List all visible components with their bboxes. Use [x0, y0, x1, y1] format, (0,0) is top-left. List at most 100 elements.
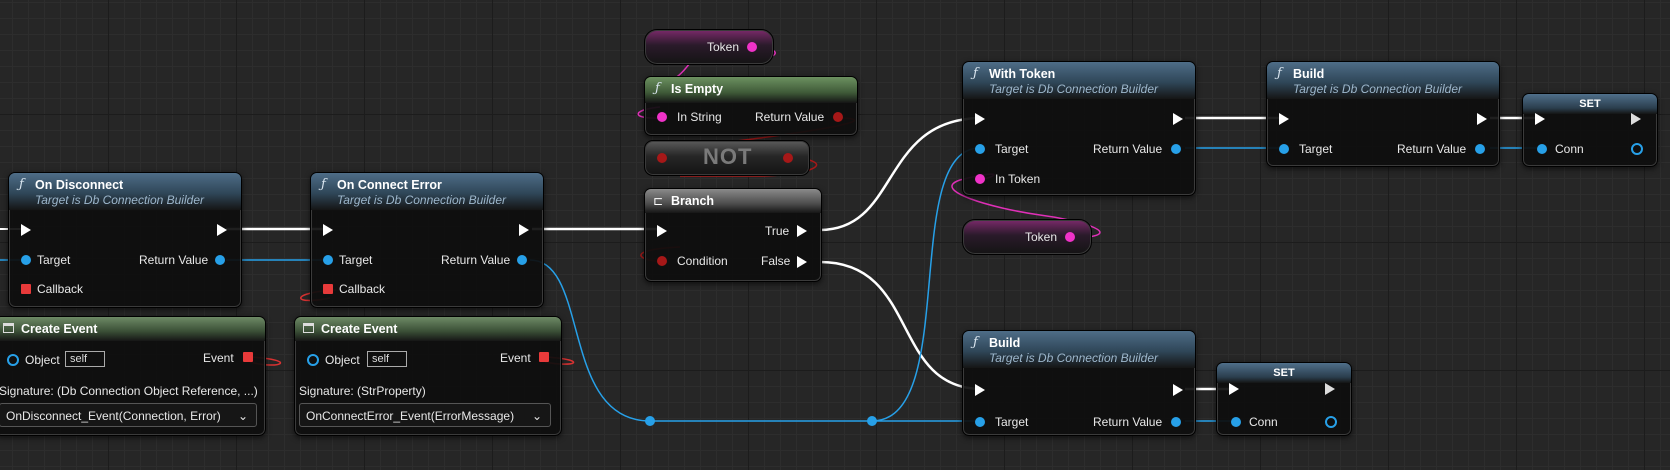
exec-out-pin[interactable]	[1631, 113, 1641, 125]
in-string-pin[interactable]	[657, 112, 667, 122]
exec-in-pin[interactable]	[1229, 383, 1239, 395]
conn-pin[interactable]	[1537, 144, 1547, 154]
on-connect-error-node[interactable]: ƒ On Connect Error Target is Db Connecti…	[310, 172, 544, 308]
exec-out-pin[interactable]	[217, 224, 227, 236]
object-self-input[interactable]: self	[367, 351, 407, 367]
on-disconnect-node[interactable]: ƒ On Disconnect Target is Db Connection …	[8, 172, 242, 308]
node-header: Create Event	[0, 317, 265, 341]
true-label: True	[765, 224, 790, 238]
not-node[interactable]: NOT	[644, 140, 810, 176]
node-header: ƒ On Connect Error Target is Db Connecti…	[311, 173, 543, 210]
exec-in-pin[interactable]	[323, 224, 333, 236]
set-conn-node[interactable]: SET Conn	[1216, 362, 1352, 436]
node-header: ƒ Build Target is Db Connection Builder	[963, 331, 1195, 368]
token-out-pin[interactable]	[747, 42, 757, 52]
false-label: False	[761, 254, 791, 268]
node-subtitle: Target is Db Connection Builder	[337, 193, 506, 207]
callback-pin[interactable]	[323, 284, 333, 294]
node-title: Build	[1293, 67, 1325, 81]
exec-out-pin[interactable]	[1173, 113, 1183, 125]
target-label: Target	[339, 253, 373, 267]
create-event-node[interactable]: Create Event Object self Event Signature…	[0, 316, 266, 436]
event-icon	[3, 323, 14, 333]
conn-out-pin[interactable]	[1325, 416, 1337, 428]
token-label: Token	[707, 40, 740, 54]
create-event-node[interactable]: Create Event Object self Event Signature…	[294, 316, 562, 436]
build-node[interactable]: ƒ Build Target is Db Connection Builder …	[1266, 61, 1500, 167]
node-header: ƒ On Disconnect Target is Db Connection …	[9, 173, 241, 210]
false-exec-pin[interactable]	[797, 256, 807, 268]
exec-out-pin[interactable]	[1173, 384, 1183, 396]
return-value-pin[interactable]	[833, 112, 843, 122]
in-string-label: In String	[677, 110, 722, 124]
token-variable-node[interactable]: Token	[644, 29, 774, 65]
exec-in-pin[interactable]	[975, 113, 985, 125]
return-value-label: Return Value	[139, 253, 209, 267]
reroute-knot[interactable]	[867, 416, 877, 426]
target-pin[interactable]	[975, 417, 985, 427]
callback-label: Callback	[339, 282, 386, 296]
node-title: SET	[1273, 367, 1295, 379]
node-title: Build	[989, 336, 1021, 350]
target-pin[interactable]	[1279, 144, 1289, 154]
event-select-dropdown[interactable]: OnConnectError_Event(ErrorMessage) ⌄	[299, 403, 551, 427]
target-label: Target	[37, 253, 71, 267]
condition-pin[interactable]	[657, 256, 667, 266]
exec-out-pin[interactable]	[519, 224, 529, 236]
branch-node[interactable]: ⊏ Branch True Condition False	[644, 188, 822, 282]
object-pin[interactable]	[7, 354, 19, 366]
reroute-knot[interactable]	[645, 416, 655, 426]
true-exec-pin[interactable]	[797, 225, 807, 237]
conn-label: Conn	[1555, 142, 1584, 156]
conn-out-pin[interactable]	[1631, 143, 1643, 155]
event-pin[interactable]	[539, 352, 549, 362]
target-pin[interactable]	[975, 144, 985, 154]
conn-pin[interactable]	[1231, 417, 1241, 427]
event-label: Event	[203, 351, 234, 365]
not-in-pin[interactable]	[657, 153, 667, 163]
event-pin[interactable]	[243, 352, 253, 362]
exec-in-pin[interactable]	[1279, 113, 1289, 125]
return-value-pin[interactable]	[1171, 417, 1181, 427]
function-icon: ƒ	[1277, 66, 1282, 81]
exec-in-pin[interactable]	[657, 225, 667, 237]
return-value-pin[interactable]	[1171, 144, 1181, 154]
object-self-input[interactable]: self	[65, 351, 105, 367]
function-icon: ƒ	[973, 66, 978, 81]
exec-out-pin[interactable]	[1477, 113, 1487, 125]
return-value-label: Return Value	[1093, 415, 1163, 429]
in-token-label: In Token	[995, 172, 1041, 186]
return-value-pin[interactable]	[215, 255, 225, 265]
exec-wire	[819, 260, 983, 391]
node-header: ƒ Build Target is Db Connection Builder	[1267, 62, 1499, 99]
exec-out-pin[interactable]	[1325, 383, 1335, 395]
token-variable-node[interactable]: Token	[962, 219, 1092, 255]
object-pin[interactable]	[307, 354, 319, 366]
is-empty-node[interactable]: ƒ Is Empty In String Return Value	[644, 76, 858, 136]
target-label: Target	[995, 142, 1029, 156]
token-out-pin[interactable]	[1065, 232, 1075, 242]
node-title: On Disconnect	[35, 178, 124, 192]
event-select-dropdown[interactable]: OnDisconnect_Event(Connection, Error) ⌄	[0, 403, 257, 427]
node-title: Is Empty	[671, 82, 724, 96]
return-value-pin[interactable]	[517, 255, 527, 265]
target-pin[interactable]	[21, 255, 31, 265]
exec-in-pin[interactable]	[21, 224, 31, 236]
node-subtitle: Target is Db Connection Builder	[35, 193, 204, 207]
set-conn-node[interactable]: SET Conn	[1522, 93, 1658, 167]
with-token-node[interactable]: ƒ With Token Target is Db Connection Bui…	[962, 61, 1196, 196]
node-header: SET	[1523, 94, 1657, 114]
build-node[interactable]: ƒ Build Target is Db Connection Builder …	[962, 330, 1196, 436]
exec-in-pin[interactable]	[975, 384, 985, 396]
return-value-pin[interactable]	[1475, 144, 1485, 154]
object-label: Object	[25, 353, 60, 367]
callback-pin[interactable]	[21, 284, 31, 294]
node-header: Create Event	[295, 317, 561, 341]
return-value-label: Return Value	[755, 110, 825, 124]
target-pin[interactable]	[323, 255, 333, 265]
exec-in-pin[interactable]	[1535, 113, 1545, 125]
in-token-pin[interactable]	[975, 174, 985, 184]
not-out-pin[interactable]	[783, 153, 793, 163]
node-header: SET	[1217, 363, 1351, 383]
not-label: NOT	[703, 144, 753, 169]
